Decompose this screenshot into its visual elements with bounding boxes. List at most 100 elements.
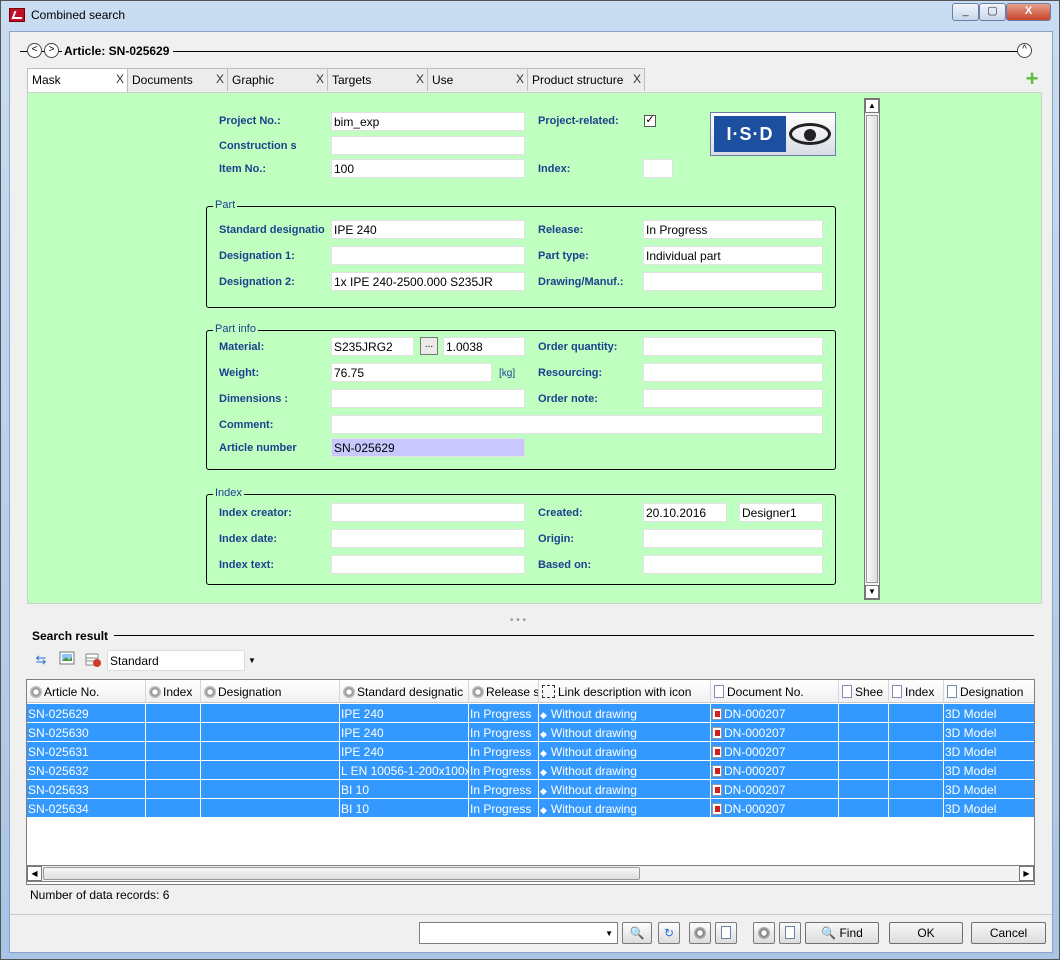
- panel-splitter[interactable]: • • •: [510, 615, 526, 626]
- column-header[interactable]: Index: [146, 680, 201, 703]
- tab-close-icon[interactable]: X: [633, 72, 641, 86]
- material-browse-button[interactable]: ...: [420, 337, 438, 355]
- part-group-title: Part: [213, 199, 238, 211]
- table-row[interactable]: SN-025633 BI 10 In Progress ◆ Without drawin…: [27, 780, 1034, 799]
- column-header[interactable]: Index: [889, 680, 944, 703]
- find-button[interactable]: 🔍 Find: [805, 922, 879, 944]
- tab-use[interactable]: Use X: [427, 68, 528, 91]
- saved-search-select[interactable]: ▼: [419, 922, 618, 944]
- column-header[interactable]: Link description with icon: [539, 680, 711, 703]
- scroll-thumb[interactable]: [43, 867, 640, 880]
- mask-vertical-scrollbar[interactable]: ▲ ▼: [864, 98, 880, 600]
- part-info-group-title: Part info: [213, 323, 258, 335]
- table-row[interactable]: SN-025629 IPE 240 In Progress ◆ Without draw…: [27, 704, 1034, 723]
- material-number-field[interactable]: 1.0038: [443, 337, 525, 356]
- image-export-icon[interactable]: [58, 651, 76, 669]
- table-row[interactable]: SN-025632 L EN 10056-1-200x100x1 In Progre…: [27, 761, 1034, 780]
- table-row[interactable]: SN-025634 BI 10 In Progress ◆ Without drawin…: [27, 799, 1034, 818]
- column-header[interactable]: Designation: [944, 680, 1034, 703]
- document-search-button[interactable]: [715, 922, 737, 944]
- table-row[interactable]: SN-025630 IPE 240 In Progress ◆ Without draw…: [27, 723, 1034, 742]
- index-date-field[interactable]: [331, 529, 525, 548]
- tab-close-icon[interactable]: X: [516, 72, 524, 86]
- table-cell: ◆ Without drawing: [539, 761, 711, 780]
- resourcing-field[interactable]: [643, 363, 823, 382]
- material-field[interactable]: S235JRG2: [331, 337, 414, 356]
- dimensions-field[interactable]: [331, 389, 525, 408]
- construction-field[interactable]: [331, 136, 525, 155]
- tab-documents[interactable]: Documents X: [127, 68, 228, 91]
- tab-mask[interactable]: Mask X: [27, 68, 128, 92]
- index-text-field[interactable]: [331, 555, 525, 574]
- project-no-field[interactable]: bim_exp: [331, 112, 525, 131]
- designation2-label: Designation 2:: [219, 276, 295, 288]
- designation2-field[interactable]: 1x IPE 240-2500.000 S235JR: [331, 272, 525, 291]
- comment-field[interactable]: [331, 415, 823, 434]
- back-icon[interactable]: <: [27, 43, 42, 58]
- standard-designation-field[interactable]: IPE 240: [331, 220, 525, 239]
- tab-targets[interactable]: Targets X: [327, 68, 428, 91]
- scroll-left-icon[interactable]: ◀: [27, 866, 42, 881]
- gear-search-button[interactable]: [753, 922, 775, 944]
- table-cell: DN-000207: [711, 742, 839, 761]
- cell-text: DN-000207: [724, 764, 786, 778]
- tab-close-icon[interactable]: X: [316, 72, 324, 86]
- scroll-right-icon[interactable]: ▶: [1019, 866, 1034, 881]
- settings-button[interactable]: [689, 922, 711, 944]
- tab-graphic[interactable]: Graphic X: [227, 68, 328, 91]
- part-type-field[interactable]: Individual part: [643, 246, 823, 265]
- table-cell: In Progress: [469, 780, 539, 799]
- index-creator-field[interactable]: [331, 503, 525, 522]
- cell-text: Without drawing: [550, 745, 637, 759]
- column-header[interactable]: Release s: [469, 680, 539, 703]
- release-field[interactable]: In Progress: [643, 220, 823, 239]
- origin-field[interactable]: [643, 529, 823, 548]
- index-field[interactable]: [643, 159, 673, 178]
- designation1-field[interactable]: [331, 246, 525, 265]
- column-header[interactable]: Document No.: [711, 680, 839, 703]
- cell-text: DN-000207: [724, 783, 786, 797]
- table-horizontal-scrollbar[interactable]: ◀ ▶: [26, 865, 1035, 882]
- order-quantity-field[interactable]: [643, 337, 823, 356]
- created-date-field[interactable]: 20.10.2016: [643, 503, 727, 522]
- chevron-down-icon[interactable]: ▼: [248, 656, 256, 665]
- ok-button[interactable]: OK: [889, 922, 963, 944]
- scroll-up-icon[interactable]: ▲: [865, 99, 879, 113]
- cancel-button[interactable]: Cancel: [971, 922, 1046, 944]
- refresh-button[interactable]: ↻: [658, 922, 680, 944]
- forward-icon[interactable]: >: [44, 43, 59, 58]
- article-number-field[interactable]: SN-025629: [331, 438, 525, 457]
- document-filter-button[interactable]: [779, 922, 801, 944]
- add-tab-icon[interactable]: +: [1022, 68, 1042, 90]
- maximize-button[interactable]: ▢: [979, 3, 1006, 21]
- search-options-button[interactable]: 🔍: [622, 922, 652, 944]
- close-button[interactable]: X: [1006, 3, 1051, 21]
- table-settings-icon[interactable]: [84, 651, 102, 669]
- column-header[interactable]: Standard designatic: [340, 680, 469, 703]
- table-cell: [839, 742, 889, 761]
- minimize-button[interactable]: _: [952, 3, 979, 21]
- article-title: Article: SN-025629: [62, 44, 174, 58]
- order-note-field[interactable]: [643, 389, 823, 408]
- tab-close-icon[interactable]: X: [216, 72, 224, 86]
- column-header[interactable]: Designation: [201, 680, 340, 703]
- weight-label: Weight:: [219, 367, 260, 379]
- collapse-icon[interactable]: ^: [1017, 43, 1032, 58]
- scroll-thumb[interactable]: [866, 115, 878, 583]
- cell-text: IPE 240: [341, 726, 384, 740]
- created-by-field[interactable]: Designer1: [739, 503, 823, 522]
- table-row[interactable]: SN-025631 IPE 240 In Progress ◆ Without draw…: [27, 742, 1034, 761]
- tab-close-icon[interactable]: X: [116, 72, 124, 86]
- project-related-checkbox[interactable]: ✓: [644, 115, 656, 127]
- based-on-field[interactable]: [643, 555, 823, 574]
- sync-icon[interactable]: ⇆: [32, 651, 50, 669]
- drawing-field[interactable]: [643, 272, 823, 291]
- item-no-field[interactable]: 100: [331, 159, 525, 178]
- scroll-down-icon[interactable]: ▼: [865, 585, 879, 599]
- weight-field[interactable]: 76.75: [331, 363, 492, 382]
- tab-product-structure[interactable]: Product structure X: [527, 68, 645, 91]
- column-header[interactable]: Shee: [839, 680, 889, 703]
- tab-close-icon[interactable]: X: [416, 72, 424, 86]
- view-select[interactable]: Standard: [107, 650, 245, 671]
- column-header[interactable]: Article No.: [27, 680, 146, 703]
